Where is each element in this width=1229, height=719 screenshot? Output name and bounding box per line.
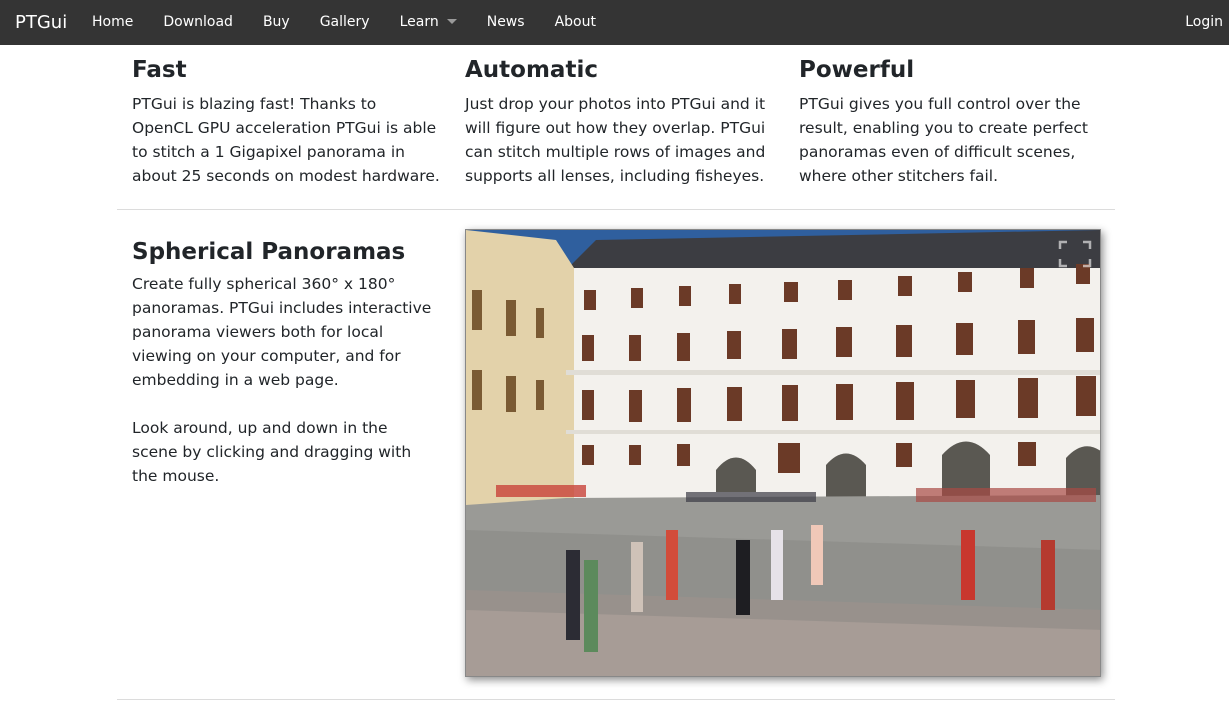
feature-title: Fast xyxy=(132,57,187,83)
fullscreen-icon-graphic xyxy=(1058,240,1092,268)
left-building xyxy=(466,230,574,510)
divider xyxy=(117,699,1115,700)
feature-title: Powerful xyxy=(799,57,915,83)
nav-links: Home Download Buy Gallery Learn News Abo… xyxy=(77,0,611,45)
feature-fast: Fast PTGui is blazing fast! Thanks to Op… xyxy=(132,54,452,188)
caret-down-icon xyxy=(446,19,457,24)
section-title: Spherical Panoramas xyxy=(132,239,406,265)
feature-text: PTGui is blazing fast! Thanks to OpenCL … xyxy=(132,95,440,185)
nav-gallery[interactable]: Gallery xyxy=(305,0,385,45)
brand-logo[interactable]: PTGui xyxy=(15,0,67,45)
panorama-viewer[interactable] xyxy=(465,229,1101,677)
login-link[interactable]: Login xyxy=(1185,0,1223,45)
divider xyxy=(117,209,1115,210)
feature-text: PTGui gives you full control over the re… xyxy=(799,95,1088,185)
nav-news[interactable]: News xyxy=(472,0,540,45)
nav-learn-label: Learn xyxy=(399,14,439,30)
nav-home[interactable]: Home xyxy=(77,0,148,45)
spherical-section: Spherical Panoramas Create fully spheric… xyxy=(132,236,452,488)
nav-download[interactable]: Download xyxy=(148,0,248,45)
section-paragraph: Look around, up and down in the scene by… xyxy=(132,419,412,485)
feature-powerful: Powerful PTGui gives you full control ov… xyxy=(799,54,1119,188)
fullscreen-icon[interactable] xyxy=(1056,238,1094,270)
top-navbar: PTGui Home Download Buy Gallery Learn Ne… xyxy=(0,0,1229,45)
panorama-image xyxy=(466,230,1100,676)
nav-about[interactable]: About xyxy=(540,0,611,45)
nav-buy[interactable]: Buy xyxy=(248,0,305,45)
section-paragraph: Create fully spherical 360° x 180° panor… xyxy=(132,275,432,389)
feature-title: Automatic xyxy=(465,57,598,83)
feature-text: Just drop your photos into PTGui and it … xyxy=(465,95,766,185)
feature-automatic: Automatic Just drop your photos into PTG… xyxy=(465,54,785,188)
nav-learn-dropdown[interactable]: Learn xyxy=(385,0,472,45)
